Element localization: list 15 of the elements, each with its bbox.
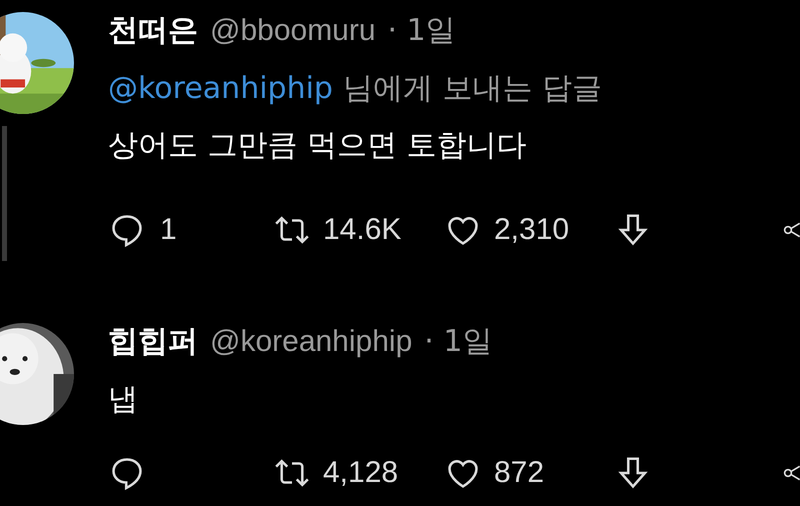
like-count: 872 [494, 458, 544, 488]
user-handle[interactable]: @bboomuru [210, 12, 376, 50]
tweet-text: 상어도 그만큼 먹으면 토합니다 [108, 127, 528, 164]
display-name[interactable]: 힙힙퍼 [108, 323, 198, 360]
timestamp: · 1일 [424, 323, 492, 360]
tweet-text: 냅 [108, 380, 139, 418]
display-name[interactable]: 천떠은 [108, 12, 198, 50]
retweet-count: 4,128 [323, 458, 398, 488]
mention-link[interactable]: @koreanhiphip [108, 70, 333, 107]
user-handle[interactable]: @koreanhiphip [210, 323, 412, 360]
reply-label: 님에게 보내는 답글 [342, 70, 602, 107]
retweet-count: 14.6K [323, 214, 402, 244]
timestamp: · 1일 [388, 12, 456, 50]
reply-count: 1 [160, 214, 177, 244]
like-count: 2,310 [494, 214, 570, 244]
